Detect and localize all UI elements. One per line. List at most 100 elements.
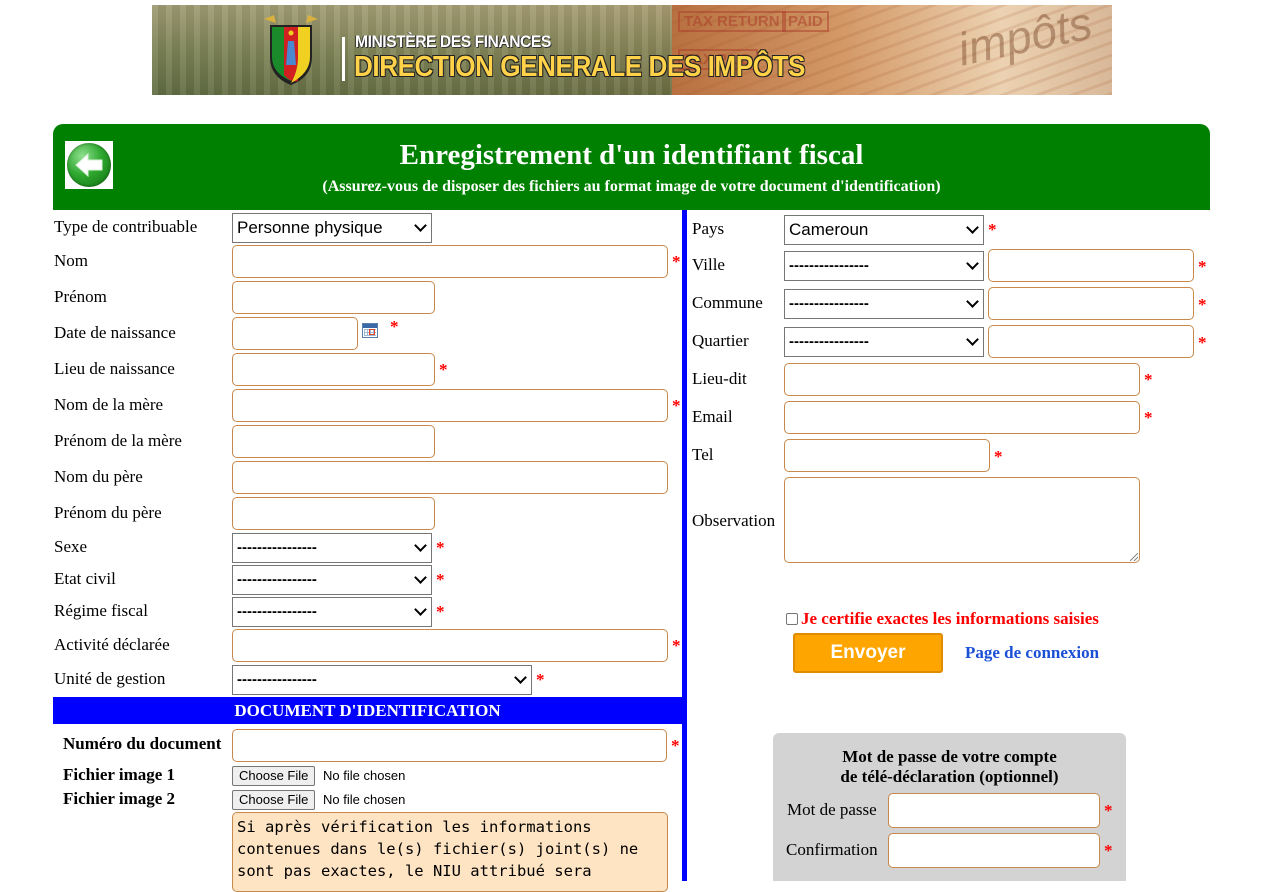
- tel-input[interactable]: [784, 439, 990, 472]
- required-mark: *: [436, 538, 445, 557]
- prenom-pere-input[interactable]: [232, 497, 435, 530]
- password-panel: Mot de passe de votre compte de télé-déc…: [773, 733, 1126, 881]
- chevron-down-icon: [414, 603, 427, 616]
- sexe-label: Sexe: [54, 537, 88, 556]
- certify-row: Je certifie exactes les informations sai…: [786, 609, 1099, 629]
- verification-notice: Si après vérification les informations c…: [232, 812, 668, 892]
- password-input[interactable]: [888, 793, 1100, 828]
- commune-value: ----------------: [789, 295, 869, 312]
- etat-civil-value: ----------------: [237, 571, 317, 588]
- date-naissance-input[interactable]: [232, 317, 358, 350]
- certify-checkbox[interactable]: [786, 613, 798, 625]
- lieu-dit-input[interactable]: [784, 363, 1140, 396]
- ville-input[interactable]: [988, 249, 1194, 282]
- unite-gestion-value: ----------------: [237, 671, 317, 688]
- etat-civil-select[interactable]: ----------------: [232, 565, 432, 595]
- nom-mere-label: Nom de la mère: [54, 395, 164, 414]
- ville-label: Ville: [692, 255, 725, 274]
- required-mark: *: [536, 670, 545, 689]
- required-mark: *: [672, 396, 681, 415]
- pays-select[interactable]: Cameroun: [784, 215, 984, 245]
- fichier2-label: Fichier image 2: [63, 789, 176, 808]
- password-panel-title-line1: Mot de passe de votre compte: [842, 747, 1057, 766]
- required-mark: *: [436, 570, 445, 589]
- activite-input[interactable]: [232, 629, 668, 662]
- required-mark: *: [672, 252, 681, 271]
- banner-watermark: impôts: [952, 5, 1096, 76]
- fichier1-label: Fichier image 1: [63, 765, 176, 784]
- quartier-value: ----------------: [789, 333, 869, 350]
- chevron-down-icon: [966, 257, 979, 270]
- prenom-mere-input[interactable]: [232, 425, 435, 458]
- fichier1-status: No file chosen: [323, 768, 406, 783]
- nom-pere-label: Nom du père: [54, 467, 143, 486]
- dgi-banner: TAX RETURN PAID TAX PAID impôts MINISTÈR…: [152, 5, 1112, 95]
- activite-label: Activité déclarée: [54, 635, 170, 654]
- page-header: Enregistrement d'un identifiant fiscal (…: [53, 124, 1210, 210]
- login-page-link[interactable]: Page de connexion: [965, 643, 1099, 663]
- banner-stamp: PAID: [782, 11, 829, 32]
- unite-gestion-select[interactable]: ----------------: [232, 665, 532, 695]
- numero-document-input[interactable]: [232, 729, 667, 762]
- type-contribuable-select[interactable]: Personne physique: [232, 213, 432, 243]
- type-contribuable-value: Personne physique: [237, 218, 383, 237]
- cameroon-emblem-icon: [264, 15, 318, 85]
- email-label: Email: [692, 407, 733, 426]
- page-title: Enregistrement d'un identifiant fiscal: [399, 139, 864, 171]
- password-panel-title: Mot de passe de votre compte de télé-déc…: [773, 747, 1126, 787]
- certify-label: Je certifie exactes les informations sai…: [801, 609, 1099, 628]
- required-mark: *: [1104, 841, 1113, 860]
- nom-pere-input[interactable]: [232, 461, 668, 494]
- quartier-input[interactable]: [988, 325, 1194, 358]
- chevron-down-icon: [414, 539, 427, 552]
- sexe-value: ----------------: [237, 539, 317, 556]
- unite-gestion-label: Unité de gestion: [54, 669, 166, 688]
- chevron-down-icon: [966, 333, 979, 346]
- required-mark: *: [436, 602, 445, 621]
- date-naissance-label: Date de naissance: [54, 323, 176, 342]
- lieu-dit-label: Lieu-dit: [692, 369, 747, 388]
- chevron-down-icon: [414, 219, 427, 232]
- password-panel-title-line2: de télé-déclaration (optionnel): [840, 767, 1059, 786]
- required-mark: *: [439, 360, 448, 379]
- required-mark: *: [1198, 333, 1207, 352]
- observation-wrapper: [784, 477, 1140, 563]
- commune-select[interactable]: ----------------: [784, 289, 984, 319]
- required-mark: *: [988, 220, 997, 239]
- prenom-label: Prénom: [54, 287, 107, 306]
- tel-label: Tel: [692, 445, 714, 464]
- type-contribuable-label: Type de contribuable: [54, 217, 198, 236]
- nom-input[interactable]: [232, 245, 668, 278]
- ville-select[interactable]: ----------------: [784, 251, 984, 281]
- banner-ministry: MINISTÈRE DES FINANCES: [355, 32, 551, 51]
- regime-fiscal-value: ----------------: [237, 603, 317, 620]
- sexe-select[interactable]: ----------------: [232, 533, 432, 563]
- observation-textarea[interactable]: [784, 477, 1140, 563]
- commune-input[interactable]: [988, 287, 1194, 320]
- regime-fiscal-select[interactable]: ----------------: [232, 597, 432, 627]
- page-subtitle: (Assurez-vous de disposer des fichiers a…: [322, 178, 941, 195]
- chevron-down-icon: [966, 295, 979, 308]
- required-mark: *: [1198, 295, 1207, 314]
- column-divider: [682, 210, 687, 881]
- chevron-down-icon: [514, 671, 527, 684]
- nom-mere-input[interactable]: [232, 389, 668, 422]
- prenom-input[interactable]: [232, 281, 435, 314]
- etat-civil-label: Etat civil: [54, 569, 116, 588]
- pays-label: Pays: [692, 219, 725, 238]
- lieu-naissance-label: Lieu de naissance: [54, 359, 175, 378]
- lieu-naissance-input[interactable]: [232, 353, 435, 386]
- required-mark: *: [1144, 408, 1153, 427]
- fichier1-choose-button[interactable]: Choose File: [232, 766, 316, 786]
- fichier2-choose-button[interactable]: Choose File: [232, 790, 316, 810]
- resize-handle-icon[interactable]: [1130, 553, 1138, 561]
- email-input[interactable]: [784, 401, 1140, 434]
- chevron-down-icon: [966, 221, 979, 234]
- required-mark: *: [1198, 257, 1207, 276]
- confirmation-input[interactable]: [888, 833, 1100, 868]
- chevron-down-icon: [414, 571, 427, 584]
- calendar-icon[interactable]: [362, 323, 378, 338]
- banner-separator: [342, 37, 345, 81]
- quartier-select[interactable]: ----------------: [784, 327, 984, 357]
- send-button[interactable]: Envoyer: [793, 633, 943, 673]
